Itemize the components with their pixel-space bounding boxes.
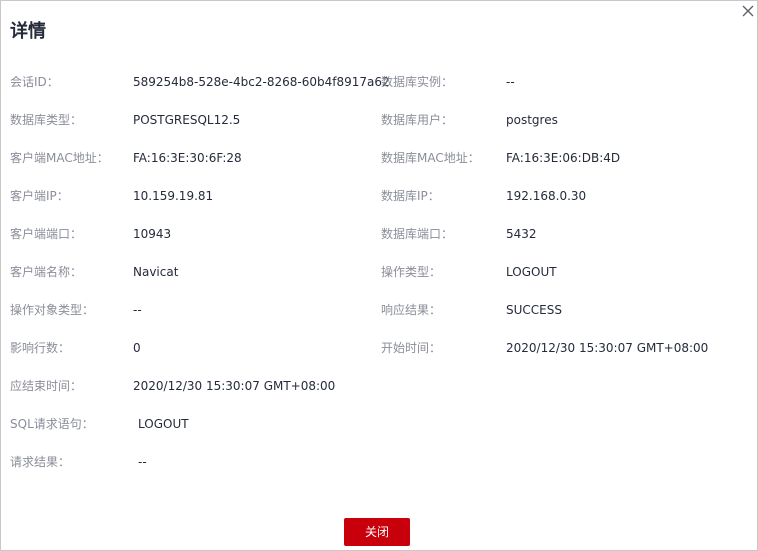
dialog-title: 详情 bbox=[10, 21, 46, 42]
close-icon[interactable] bbox=[740, 3, 756, 19]
detail-row-session-id: 会话ID： 589254b8-528e-4bc2-8268-60b4f8917a… bbox=[10, 72, 750, 92]
client-ip-value: 10.159.19.81 bbox=[133, 189, 214, 203]
client-ip-label: 客户端IP： bbox=[10, 189, 69, 203]
detail-row-request-result: 请求结果： -- bbox=[10, 452, 750, 472]
end-time-label: 应结束时间： bbox=[10, 379, 83, 393]
db-type-value: POSTGRESQL12.5 bbox=[133, 113, 241, 127]
close-button[interactable]: 关闭 bbox=[344, 518, 410, 546]
start-time-label: 开始时间： bbox=[381, 341, 442, 355]
detail-row-ip: 客户端IP： 10.159.19.81 数据库IP： 192.168.0.30 bbox=[10, 186, 750, 206]
affected-rows-value: 0 bbox=[133, 341, 141, 355]
object-type-label: 操作对象类型： bbox=[10, 303, 95, 317]
request-result-label: 请求结果： bbox=[10, 455, 71, 469]
db-mac-value: FA:16:3E:06:DB:4D bbox=[506, 151, 621, 165]
detail-row-affected-rows: 影响行数： 0 开始时间： 2020/12/30 15:30:07 GMT+08… bbox=[10, 338, 750, 358]
detail-row-mac: 客户端MAC地址： FA:16:3E:30:6F:28 数据库MAC地址： FA… bbox=[10, 148, 750, 168]
detail-row-end-time: 应结束时间： 2020/12/30 15:30:07 GMT+08:00 bbox=[10, 376, 750, 396]
response-result-label: 响应结果： bbox=[381, 303, 442, 317]
detail-row-db-type: 数据库类型： POSTGRESQL12.5 数据库用户： postgres bbox=[10, 110, 750, 130]
db-ip-label: 数据库IP： bbox=[381, 189, 440, 203]
client-mac-label: 客户端MAC地址： bbox=[10, 151, 109, 165]
client-mac-value: FA:16:3E:30:6F:28 bbox=[133, 151, 242, 165]
operation-type-value: LOGOUT bbox=[506, 265, 557, 279]
session-id-value: 589254b8-528e-4bc2-8268-60b4f8917a62 bbox=[133, 75, 390, 89]
detail-row-port: 客户端端口： 10943 数据库端口： 5432 bbox=[10, 224, 750, 244]
db-user-value: postgres bbox=[506, 113, 558, 127]
detail-row-client-name: 客户端名称： Navicat 操作类型： LOGOUT bbox=[10, 262, 750, 282]
sql-statement-label: SQL请求语句： bbox=[10, 417, 94, 431]
session-id-label: 会话ID： bbox=[10, 75, 59, 89]
client-name-label: 客户端名称： bbox=[10, 265, 83, 279]
db-instance-value: -- bbox=[506, 75, 515, 89]
client-port-value: 10943 bbox=[133, 227, 172, 241]
end-time-value: 2020/12/30 15:30:07 GMT+08:00 bbox=[133, 379, 336, 393]
db-user-label: 数据库用户： bbox=[381, 113, 454, 127]
db-type-label: 数据库类型： bbox=[10, 113, 83, 127]
detail-row-sql: SQL请求语句： LOGOUT bbox=[10, 414, 750, 434]
details-dialog: 详情 会话ID： 589254b8-528e-4bc2-8268-60b4f89… bbox=[0, 0, 758, 551]
db-port-value: 5432 bbox=[506, 227, 537, 241]
db-ip-value: 192.168.0.30 bbox=[506, 189, 587, 203]
response-result-value: SUCCESS bbox=[506, 303, 562, 317]
db-instance-label: 数据库实例： bbox=[381, 75, 454, 89]
request-result-value: -- bbox=[138, 455, 147, 469]
close-icon-glyph bbox=[742, 5, 754, 17]
operation-type-label: 操作类型： bbox=[381, 265, 442, 279]
sql-statement-value: LOGOUT bbox=[138, 417, 189, 431]
db-mac-label: 数据库MAC地址： bbox=[381, 151, 480, 165]
detail-row-object-type: 操作对象类型： -- 响应结果： SUCCESS bbox=[10, 300, 750, 320]
client-port-label: 客户端端口： bbox=[10, 227, 83, 241]
db-port-label: 数据库端口： bbox=[381, 227, 454, 241]
object-type-value: -- bbox=[133, 303, 142, 317]
client-name-value: Navicat bbox=[133, 265, 179, 279]
affected-rows-label: 影响行数： bbox=[10, 341, 71, 355]
start-time-value: 2020/12/30 15:30:07 GMT+08:00 bbox=[506, 341, 709, 355]
